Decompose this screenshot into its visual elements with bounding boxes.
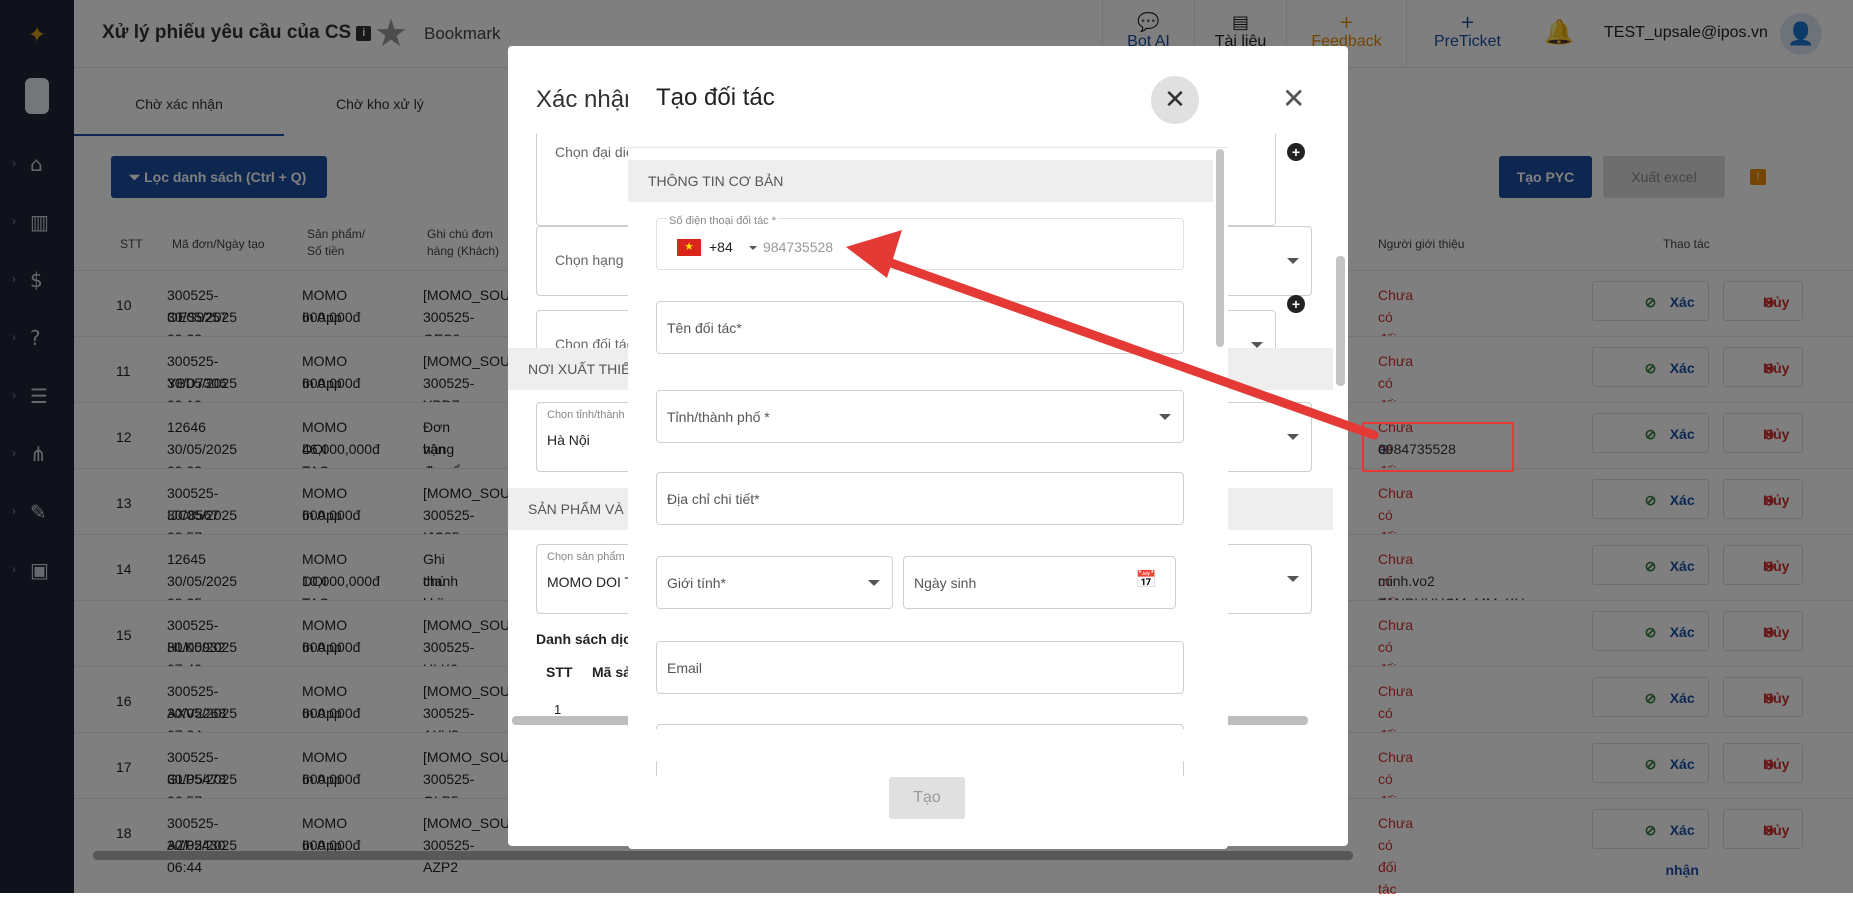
arrow-shaft	[875, 254, 1379, 440]
arrow-head	[846, 230, 902, 278]
annotation-arrow	[846, 230, 1379, 440]
